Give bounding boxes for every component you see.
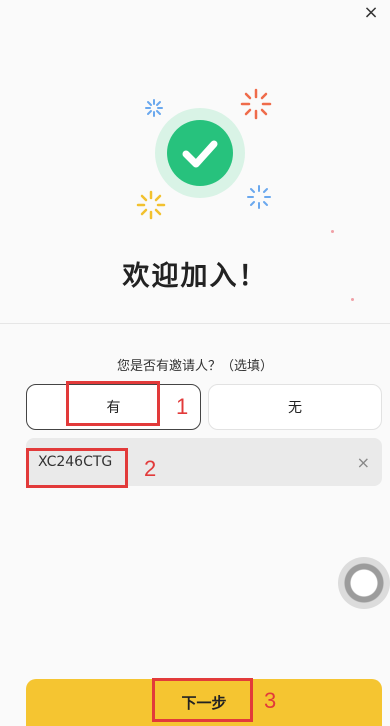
- annotation-box-1: [66, 381, 160, 426]
- confetti-dot: [331, 230, 334, 233]
- clear-icon[interactable]: ×: [357, 453, 370, 472]
- sparkle-icon: [136, 190, 166, 220]
- annotation-label-1: 1: [176, 394, 189, 419]
- sparkle-icon: [247, 185, 271, 209]
- close-icon: ×: [363, 2, 379, 23]
- checkmark-icon: [182, 140, 218, 168]
- annotation-label-2: 2: [144, 456, 157, 481]
- close-button[interactable]: ×: [360, 2, 382, 24]
- divider: [0, 323, 390, 324]
- inviter-question: 您是否有邀请人？（选填）: [116, 359, 273, 374]
- floating-assistant-button[interactable]: [338, 557, 390, 609]
- sparkle-icon: [145, 99, 163, 117]
- success-badge: [155, 108, 245, 198]
- annotation-label-3: 3: [264, 688, 277, 713]
- confetti-dot: [351, 298, 354, 301]
- welcome-title: 欢迎加入！: [122, 261, 268, 292]
- sparkle-icon: [240, 88, 272, 120]
- option-no-button[interactable]: 无: [208, 384, 382, 430]
- option-no-label: 无: [288, 400, 302, 416]
- annotation-box-3: [152, 678, 253, 722]
- annotation-box-2: [26, 448, 128, 488]
